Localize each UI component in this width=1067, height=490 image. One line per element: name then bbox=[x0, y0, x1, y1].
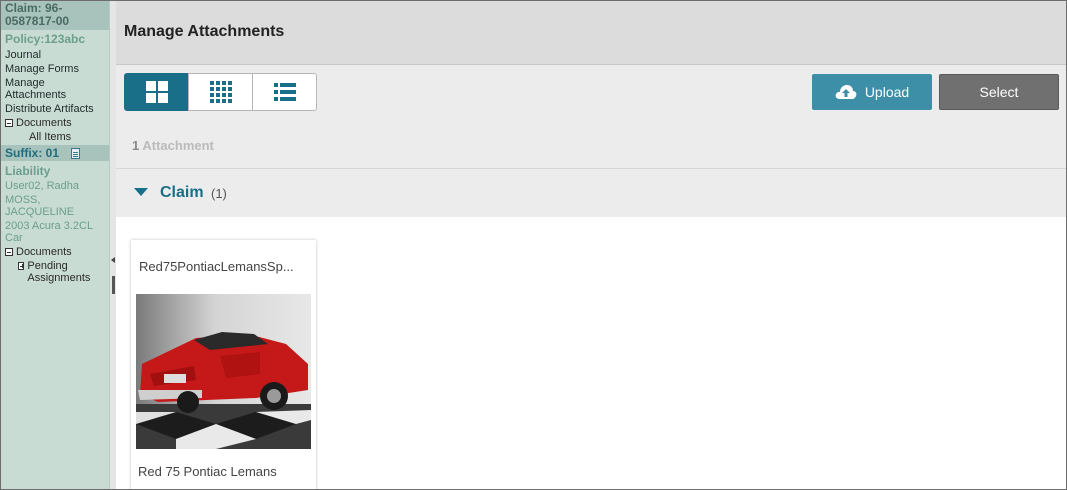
policy-number[interactable]: Policy:123abc bbox=[1, 30, 109, 48]
collapse-icon[interactable] bbox=[5, 248, 13, 256]
attachment-caption: Red 75 Pontiac Lemans bbox=[138, 464, 277, 479]
sidebar-item-journal[interactable]: Journal bbox=[1, 48, 109, 62]
app-window: Claim: 96-0587817-00 Policy:123abc Journ… bbox=[0, 0, 1067, 490]
cloud-upload-icon bbox=[835, 85, 857, 99]
large-grid-view-button[interactable] bbox=[124, 73, 189, 111]
sidebar-item-manage-forms[interactable]: Manage Forms bbox=[1, 62, 109, 76]
view-toggle-group bbox=[124, 73, 317, 111]
expand-icon[interactable] bbox=[18, 262, 25, 270]
car-photo-image bbox=[136, 294, 311, 449]
collapse-icon[interactable] bbox=[5, 119, 13, 127]
page-title: Manage Attachments bbox=[124, 23, 285, 40]
list-icon bbox=[273, 83, 296, 101]
toolbar: Upload Select 1 Attachment bbox=[116, 65, 1066, 169]
sidebar-item-manage-attachments[interactable]: Manage Attachments bbox=[1, 76, 109, 102]
sidebar-splitter[interactable] bbox=[109, 1, 116, 489]
group-title[interactable]: Claim bbox=[160, 184, 204, 202]
pending-label: Pending Assignments bbox=[27, 260, 91, 284]
sidebar-item-pending-assignments[interactable]: Pending Assignments bbox=[1, 259, 109, 284]
attachments-grid: Red75PontiacLemansSp... Red 75 Pontiac L… bbox=[116, 218, 1066, 489]
list-view-button[interactable] bbox=[252, 73, 317, 111]
suffix-label: Suffix: 01 bbox=[5, 146, 60, 160]
upload-label: Upload bbox=[864, 84, 910, 100]
adjuster-name[interactable]: User02, Radha bbox=[1, 179, 109, 193]
attachment-count: 1 Attachment bbox=[132, 138, 214, 153]
small-grid-view-button[interactable] bbox=[188, 73, 253, 111]
claimant-name[interactable]: MOSS, JACQUELINE bbox=[1, 193, 109, 219]
small-grid-icon bbox=[209, 81, 232, 103]
caret-down-icon[interactable] bbox=[134, 188, 148, 196]
clipboard-icon[interactable] bbox=[71, 147, 81, 159]
claim-number[interactable]: Claim: 96-0587817-00 bbox=[1, 1, 109, 30]
attachment-filename[interactable]: Red75PontiacLemansSp... bbox=[139, 259, 309, 274]
group-header-claim[interactable]: Claim (1) bbox=[116, 169, 1066, 217]
collapse-arrow-icon[interactable] bbox=[111, 257, 115, 263]
large-grid-icon bbox=[145, 81, 168, 103]
sidebar-item-documents-2[interactable]: Documents bbox=[1, 245, 109, 259]
sidebar-item-documents[interactable]: Documents bbox=[1, 116, 109, 130]
splitter-grip[interactable] bbox=[112, 276, 115, 294]
page-header: Manage Attachments bbox=[116, 1, 1066, 65]
suffix-header[interactable]: Suffix: 01 bbox=[1, 145, 109, 161]
documents-label: Documents bbox=[16, 117, 72, 129]
attachment-count-label: Attachment bbox=[142, 138, 214, 153]
documents-label: Documents bbox=[16, 246, 72, 258]
sidebar-item-distribute-artifacts[interactable]: Distribute Artifacts bbox=[1, 102, 109, 116]
vehicle-info[interactable]: 2003 Acura 3.2CL Car bbox=[1, 219, 109, 245]
sidebar-item-all-items[interactable]: All Items bbox=[1, 130, 109, 144]
liability-label[interactable]: Liability bbox=[1, 161, 109, 179]
select-button[interactable]: Select bbox=[939, 74, 1059, 110]
sidebar: Claim: 96-0587817-00 Policy:123abc Journ… bbox=[1, 1, 109, 489]
group-count: (1) bbox=[211, 186, 227, 201]
attachment-card[interactable]: Red75PontiacLemansSp... Red 75 Pontiac L… bbox=[131, 240, 316, 489]
car-photo-thumbnail[interactable] bbox=[136, 294, 311, 449]
upload-button[interactable]: Upload bbox=[812, 74, 932, 110]
attachment-count-number: 1 bbox=[132, 138, 140, 153]
main-panel: Manage Attachments Upload Select 1 Attac… bbox=[116, 1, 1066, 489]
